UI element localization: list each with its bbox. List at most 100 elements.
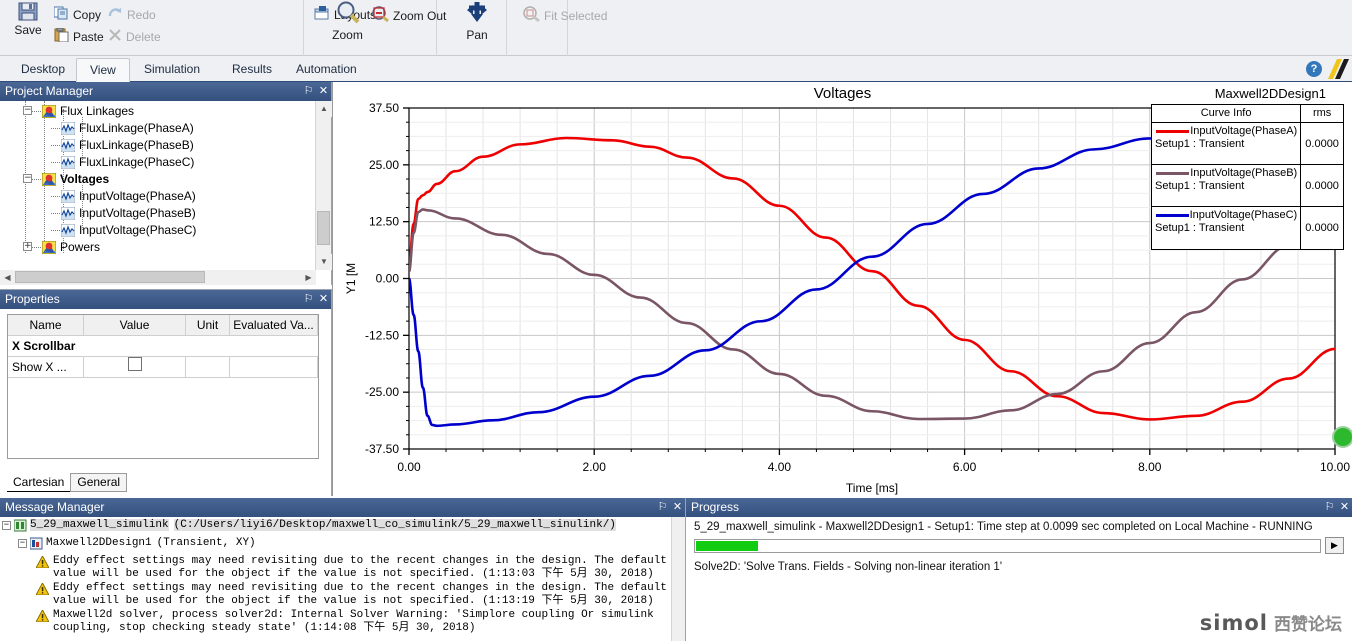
scrollbar-thumb[interactable] (15, 271, 205, 283)
tree-item-label: InputVoltage(PhaseA) (79, 189, 196, 203)
project-icon (13, 519, 27, 536)
legend-col-rms: rms (1312, 107, 1332, 119)
expander-icon[interactable]: + (23, 242, 32, 251)
properties-titlebar: Properties ⚐ ✕ (0, 290, 331, 309)
column-header-evaluated[interactable]: Evaluated Va... (230, 315, 318, 336)
row-value[interactable] (84, 357, 186, 378)
tab-automation[interactable]: Automation (283, 58, 370, 82)
message-row[interactable]: Eddy effect settings may need revisiting… (0, 554, 671, 581)
main-tabbar: Desktop View Simulation Results Automati… (0, 56, 1352, 82)
pin-icon[interactable]: ⚐ (655, 498, 670, 517)
fit-selected-button[interactable]: Fit Selected (523, 6, 607, 25)
close-icon[interactable]: ✕ (1337, 498, 1352, 517)
tree-item-label: FluxLinkage(PhaseC) (79, 155, 195, 169)
show-x-checkbox[interactable] (127, 357, 142, 371)
help-icon[interactable]: ? (1306, 61, 1322, 77)
message-text: Maxwell2d solver, process solver2d: Inte… (53, 609, 654, 634)
tab-cartesian[interactable]: Cartesian (7, 474, 71, 492)
pin-icon[interactable]: ⚐ (301, 290, 316, 309)
zoom-out-button[interactable]: Zoom Out (372, 6, 446, 25)
expander-icon[interactable]: − (2, 521, 11, 530)
x-tick-label: 6.00 (953, 460, 977, 474)
zoom-button[interactable]: Zoom (320, 0, 375, 56)
redo-icon (108, 6, 123, 23)
pan-label: Pan (466, 28, 488, 42)
message-row[interactable]: Eddy effect settings may need revisiting… (0, 581, 671, 608)
legend-row[interactable]: InputVoltage(PhaseA) Setup1 : Transient 0.… (1152, 123, 1343, 165)
tab-general[interactable]: General (70, 473, 128, 492)
plot-pane: Voltages Maxwell2DDesign1 37.50 25.00 12.5… (332, 82, 1352, 496)
legend-row[interactable]: InputVoltage(PhaseC) Setup1 : Transient 0.… (1152, 207, 1343, 249)
pan-button[interactable]: Pan (448, 0, 506, 56)
close-icon[interactable]: ✕ (670, 498, 685, 517)
message-text: Eddy effect settings may need revisiting… (53, 582, 667, 607)
expander-icon[interactable]: − (23, 106, 32, 115)
progress-next-button[interactable]: ▶ (1325, 537, 1344, 554)
watermark-cn: 西赞论坛 (1274, 615, 1342, 635)
legend-row[interactable]: InputVoltage(PhaseB) Setup1 : Transient 0.… (1152, 165, 1343, 207)
warning-icon (35, 608, 50, 623)
scroll-down-icon[interactable]: ▼ (316, 254, 332, 270)
tab-desktop[interactable]: Desktop (8, 58, 78, 82)
legend-header: Curve Info rms (1152, 105, 1343, 123)
hscroll-track[interactable] (15, 270, 301, 285)
close-icon[interactable]: ✕ (316, 290, 331, 309)
pin-icon[interactable]: ⚐ (301, 82, 316, 101)
legend-setup-name: Setup1 : Transient (1155, 180, 1245, 192)
row-evaluated (230, 357, 318, 378)
tab-view[interactable]: View (76, 58, 130, 82)
properties-panel: Properties ⚐ ✕ Name Value Unit Evaluated… (0, 289, 332, 496)
fit-circle-icon[interactable] (1332, 426, 1352, 448)
message-root-row[interactable]: − 5_29_maxwell_simulink (C:/Users/liyi6/… (0, 517, 671, 536)
table-row[interactable]: Show X ... (8, 357, 318, 378)
project-manager-title: Project Manager (5, 84, 94, 98)
properties-section-row: X Scrollbar (8, 336, 318, 357)
redo-button[interactable]: Redo (108, 6, 156, 23)
tab-results[interactable]: Results (219, 58, 285, 82)
tree-item-label: Voltages (60, 172, 110, 186)
legend-curve-cell: InputVoltage(PhaseC) Setup1 : Transient (1152, 207, 1302, 249)
copy-button[interactable]: Copy (53, 6, 101, 23)
scroll-right-icon[interactable]: ▶ (301, 270, 316, 285)
zoom-out-label: Zoom Out (393, 8, 447, 23)
legend-curve-cell: InputVoltage(PhaseB) Setup1 : Transient (1152, 165, 1302, 206)
scroll-left-icon[interactable]: ◀ (0, 270, 15, 285)
x-tick-label: 2.00 (583, 460, 607, 474)
legend-setup-name: Setup1 : Transient (1155, 138, 1245, 150)
save-button[interactable]: Save (6, 0, 50, 56)
project-manager-titlebar: Project Manager ⚐ ✕ (0, 82, 331, 101)
paste-button[interactable]: Paste (54, 27, 104, 45)
ribbon-group-view: Zoom Zoom Out Pan Fit Selected (332, 0, 1352, 56)
legend-setup-name: Setup1 : Transient (1155, 222, 1245, 234)
scrollbar-thumb[interactable] (317, 211, 330, 245)
project-tree[interactable]: − Flux Linkages FluxLinkage(PhaseA) FluxLin… (0, 101, 316, 270)
paste-label: Paste (73, 29, 104, 44)
message-design-row[interactable]: − Maxwell2DDesign1 (Transient, XY) (0, 536, 671, 554)
column-header-name[interactable]: Name (8, 315, 84, 336)
pin-icon[interactable]: ⚐ (1322, 498, 1337, 517)
ribbon-toolbar: Save Copy Redo Paste Delete Layouts Zoom… (0, 0, 1352, 56)
delete-button[interactable]: Delete (108, 28, 161, 45)
message-root-path: (C:/Users/liyi6/Desktop/maxwell_co_simul… (173, 519, 616, 531)
column-header-value[interactable]: Value (84, 315, 186, 336)
expander-icon[interactable]: − (23, 174, 32, 183)
design-icon (29, 537, 43, 554)
tab-simulation[interactable]: Simulation (131, 58, 213, 82)
tree-vertical-scrollbar[interactable]: ▲ ▼ (315, 101, 332, 270)
ansys-logo-icon (1328, 59, 1350, 79)
message-design-name: Maxwell2DDesign1 (46, 537, 152, 549)
tree-item-label: FluxLinkage(PhaseA) (79, 121, 194, 135)
column-header-unit[interactable]: Unit (186, 315, 230, 336)
curve-info-legend[interactable]: Curve Info rms InputVoltage(PhaseA) Setup… (1151, 104, 1344, 250)
message-row[interactable]: Maxwell2d solver, process solver2d: Inte… (0, 608, 671, 635)
curve-plot-icon (60, 206, 76, 221)
scroll-up-icon[interactable]: ▲ (316, 101, 332, 117)
message-vertical-scrollbar[interactable] (671, 517, 685, 641)
zoom-icon (335, 1, 361, 28)
expander-icon[interactable]: − (18, 539, 27, 548)
ribbon-group-clipboard: Save Copy Redo Paste Delete (0, 0, 304, 56)
message-list[interactable]: − 5_29_maxwell_simulink (C:/Users/liyi6/… (0, 517, 671, 641)
tree-horizontal-scrollbar[interactable]: ◀ ▶ (0, 270, 316, 285)
close-icon[interactable]: ✕ (316, 82, 331, 101)
progress-title: Progress (691, 500, 740, 514)
